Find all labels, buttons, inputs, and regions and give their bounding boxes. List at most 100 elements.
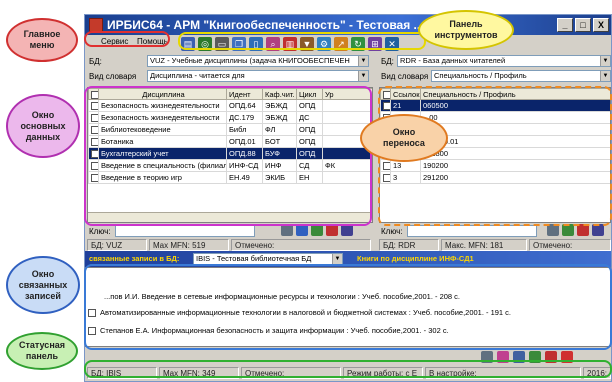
right-dict-select[interactable]: Специальность / Профиль ▼ [431, 70, 611, 82]
menu-service[interactable]: Сервис [101, 37, 128, 46]
table-cell: ФК [322, 159, 372, 172]
table-cell: Ботаника [98, 135, 227, 148]
open-icon[interactable]: ▤ [181, 37, 195, 51]
table-cell: ЭКИБ [262, 171, 297, 184]
table-cell: ОПД.01 [226, 135, 263, 148]
check-icon[interactable] [529, 351, 541, 363]
binoculars-icon[interactable] [547, 224, 559, 236]
row-checkbox[interactable] [88, 171, 99, 184]
settings-icon[interactable]: ⚙ [317, 37, 331, 51]
left-key-input[interactable] [115, 225, 255, 237]
header-checkbox[interactable] [88, 88, 99, 100]
right-key-input[interactable] [407, 225, 537, 237]
right-bd-label: БД: [381, 57, 394, 66]
table-cell: ИНФ [262, 159, 297, 172]
linked-db-select[interactable]: IBIS - Тестовая библиотечная БД ▼ [193, 253, 343, 265]
col-header-links[interactable]: Ссылок [390, 88, 421, 100]
table-row[interactable]: Бухгалтерский учет ОПД.88 БУФ ОПД [88, 147, 372, 160]
header-checkbox[interactable] [380, 88, 391, 100]
close-icon[interactable] [561, 351, 573, 363]
title-bar: ИРБИС64 - АРМ "Книгообеспеченность" - Те… [85, 15, 611, 35]
globe-icon[interactable]: ◎ [198, 37, 212, 51]
flag-icon[interactable] [545, 351, 557, 363]
col-header-dept[interactable]: Каф.чит. [262, 88, 297, 100]
table-row[interactable]: 21 060500 [380, 99, 610, 112]
menu-help[interactable]: Помощь [137, 37, 168, 46]
excel-icon[interactable]: ✕ [385, 37, 399, 51]
binoculars-icon[interactable] [481, 351, 493, 363]
book-icon[interactable]: ▥ [283, 37, 297, 51]
row-checkbox[interactable] [88, 159, 99, 172]
binoculars-icon[interactable] [281, 224, 293, 236]
search-icon[interactable] [341, 224, 353, 236]
linked-item-checkbox[interactable] [88, 308, 96, 317]
table-row[interactable]: Библиотековедение Библ ФЛ ОПД [88, 123, 372, 136]
maximize-button[interactable]: □ [575, 18, 591, 32]
table-row[interactable]: 13 190200 [380, 159, 610, 172]
row-checkbox[interactable] [380, 171, 391, 184]
row-checkbox[interactable] [88, 147, 99, 160]
row-checkbox[interactable] [88, 135, 99, 148]
row-checkbox[interactable] [88, 123, 99, 136]
left-dict-select[interactable]: Дисциплина - читается для ▼ [147, 70, 369, 82]
copy-icon[interactable]: ❐ [232, 37, 246, 51]
chevron-down-icon: ▼ [358, 56, 368, 66]
linked-item[interactable]: Степанов Е.А. Информационная безопасност… [100, 326, 449, 335]
table-row[interactable]: Безопасность жизнедеятельности ДС.179 ЭБЖД… [88, 111, 372, 124]
table-cell: ЕН.49 [226, 171, 263, 184]
glasses-icon[interactable] [513, 351, 525, 363]
table-row[interactable]: Безопасность жизнедеятельности ОПД.64 ЭБЖД… [88, 99, 372, 112]
row-checkbox[interactable] [380, 159, 391, 172]
table-row[interactable]: Ботаника ОПД.01 БОТ ОПД [88, 135, 372, 148]
cross-icon[interactable] [326, 224, 338, 236]
status-mode: Режим работы: с Е [343, 367, 423, 379]
main-data-grid: Дисциплина Идент Каф.чит. Цикл Ур Безопа… [87, 87, 373, 223]
table-row[interactable]: Введение в специальность (филиал) ИНФ-СД И… [88, 159, 372, 172]
table-cell: ЭБЖД [262, 111, 297, 124]
col-header-level[interactable]: Ур [322, 88, 372, 100]
app-icon [89, 18, 103, 32]
left-bd-select[interactable]: VUZ - Учебные дисциплины (задача КНИГООБ… [147, 55, 369, 67]
table-cell: 3 [390, 171, 421, 184]
status-mfn: Max MFN: 349 [159, 367, 239, 379]
table-cell: ОПД.64 [226, 99, 263, 112]
row-checkbox[interactable] [380, 99, 391, 112]
right-key-toolbar [547, 224, 604, 236]
tree-icon[interactable]: ⊞ [368, 37, 382, 51]
left-bd-value: VUZ - Учебные дисциплины (задача КНИГООБ… [150, 56, 350, 65]
close-button[interactable]: X [593, 18, 609, 32]
status-marked: Отмечено: [241, 367, 341, 379]
check-icon[interactable] [562, 224, 574, 236]
col-header-cycle[interactable]: Цикл [296, 88, 323, 100]
filter-icon[interactable] [296, 224, 308, 236]
linked-item[interactable]: Автоматизированные информационные технол… [100, 308, 511, 317]
col-header-discipline[interactable]: Дисциплина [98, 88, 227, 100]
search-icon[interactable]: ⌕ [266, 37, 280, 51]
cross-icon[interactable] [577, 224, 589, 236]
export-icon[interactable]: ↗ [334, 37, 348, 51]
row-checkbox[interactable] [88, 99, 99, 112]
col-header-specialty[interactable]: Специальность / Профиль [420, 88, 610, 100]
col-header-ident[interactable]: Идент [226, 88, 263, 100]
book-icon[interactable] [497, 351, 509, 363]
table-row[interactable]: Введение в теорию игр ЕН.49 ЭКИБ ЕН [88, 171, 372, 184]
document-icon[interactable]: ▯ [249, 37, 263, 51]
table-cell: 190200 [420, 159, 610, 172]
table-row[interactable]: 3 291200 [380, 171, 610, 184]
print-icon[interactable]: ▭ [215, 37, 229, 51]
refresh-icon[interactable]: ↻ [351, 37, 365, 51]
status-bd: БД: IBIS [87, 367, 157, 379]
left-dict-label: Вид словаря [89, 72, 137, 81]
minimize-button[interactable]: _ [557, 18, 573, 32]
linked-item-checkbox[interactable] [88, 326, 96, 335]
horizontal-scrollbar[interactable] [88, 212, 372, 222]
filter-icon[interactable]: ▼ [300, 37, 314, 51]
row-checkbox[interactable] [88, 111, 99, 124]
linked-item[interactable]: ...пов И.И. Введение в сетевые информаци… [104, 292, 460, 301]
table-cell: 21 [390, 99, 421, 112]
chevron-down-icon: ▼ [358, 71, 368, 81]
right-bd-select[interactable]: RDR - База данных читателей ▼ [397, 55, 611, 67]
check-icon[interactable] [311, 224, 323, 236]
search-icon[interactable] [592, 224, 604, 236]
table-cell: ОПД [296, 99, 323, 112]
